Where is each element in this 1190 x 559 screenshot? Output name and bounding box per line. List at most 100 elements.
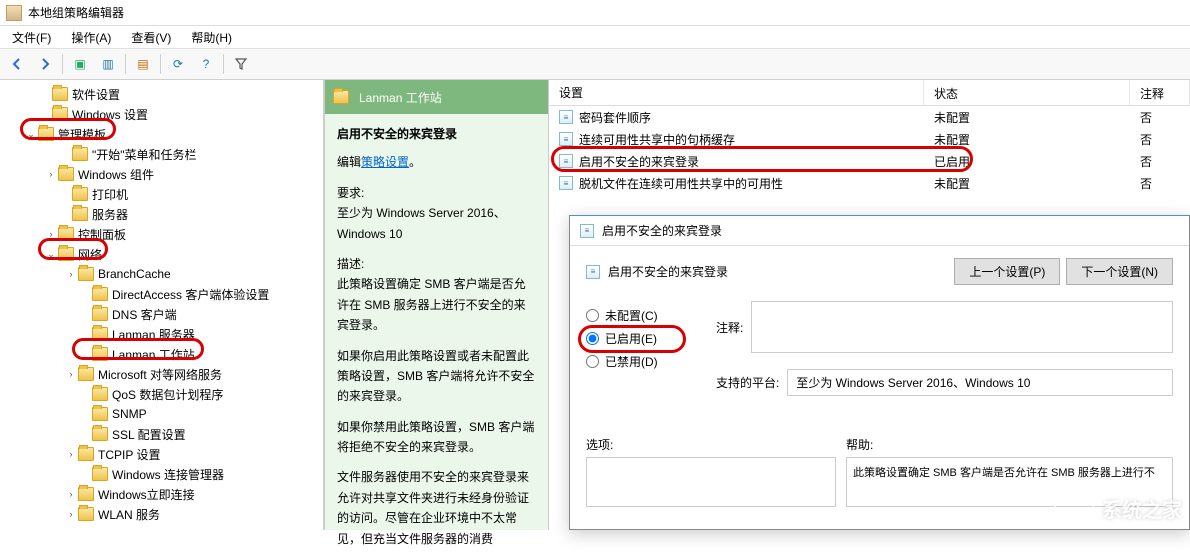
separator (223, 54, 224, 74)
separator (62, 54, 63, 74)
back-button[interactable] (6, 53, 28, 75)
separator (125, 54, 126, 74)
expander-icon[interactable]: ⌄ (44, 247, 58, 261)
tree-label: SSL 配置设置 (112, 426, 186, 443)
description-header-label: Lanman 工作站 (359, 89, 442, 106)
tree-item[interactable]: QoS 数据包计划程序 (0, 384, 323, 404)
policy-title: 启用不安全的来宾登录 (337, 124, 536, 144)
tree-label: BranchCache (98, 267, 171, 281)
desc-paragraph: 文件服务器使用不安全的来宾登录来允许对共享文件夹进行未经身份验证的访问。尽管在企… (337, 467, 536, 549)
tree-item[interactable]: Windows 设置 (0, 104, 323, 124)
expander-icon[interactable]: › (64, 267, 78, 281)
tree-item[interactable]: › BranchCache (0, 264, 323, 284)
col-note[interactable]: 注释 (1130, 80, 1190, 105)
tree-label: 服务器 (92, 206, 128, 223)
folder-icon (92, 387, 108, 401)
tree-item[interactable]: DNS 客户端 (0, 304, 323, 324)
note-textbox[interactable] (751, 301, 1173, 353)
expander-icon[interactable]: › (44, 227, 58, 241)
folder-icon (78, 267, 94, 281)
expander-icon[interactable]: ⌄ (24, 127, 38, 141)
expander-icon[interactable]: › (64, 447, 78, 461)
folder-icon (92, 327, 108, 341)
tree-item[interactable]: DirectAccess 客户端体验设置 (0, 284, 323, 304)
tree-label: Lanman 工作站 (112, 346, 195, 363)
menu-view[interactable]: 查看(V) (123, 27, 179, 48)
radio-enabled[interactable]: 已启用(E) (586, 330, 706, 347)
show-hide-button[interactable]: ▥ (97, 53, 119, 75)
tree-item[interactable]: 打印机 (0, 184, 323, 204)
expander-icon (78, 467, 92, 481)
tree-label: Windows 连接管理器 (112, 466, 224, 483)
description-panel: Lanman 工作站 启用不安全的来宾登录 编辑策略设置。 要求: 至少为 Wi… (325, 80, 549, 530)
description-header: Lanman 工作站 (325, 80, 548, 114)
tree-item[interactable]: ›控制面板 (0, 224, 323, 244)
folder-icon (92, 427, 108, 441)
tree-label: "开始"菜单和任务栏 (92, 146, 197, 163)
folder-icon (333, 90, 349, 104)
folder-icon (38, 127, 54, 141)
setting-icon: ≡ (580, 224, 594, 238)
folder-icon (78, 447, 94, 461)
folder-icon (92, 467, 108, 481)
tree-label: QoS 数据包计划程序 (112, 386, 223, 403)
filter-button[interactable] (230, 53, 252, 75)
radio-disabled[interactable]: 已禁用(D) (586, 353, 706, 370)
expander-icon[interactable]: › (64, 487, 78, 501)
tree-item[interactable]: SNMP (0, 404, 323, 424)
forward-button[interactable] (34, 53, 56, 75)
list-row-selected[interactable]: ≡启用不安全的来宾登录已启用否 (549, 150, 1190, 172)
options-label: 选项: (586, 436, 836, 453)
tree-item-admin-templates[interactable]: ⌄管理模板 (0, 124, 323, 144)
expander-icon (78, 307, 92, 321)
tree-item-network[interactable]: ⌄网络 (0, 244, 323, 264)
folder-icon (78, 487, 94, 501)
tree-label: DirectAccess 客户端体验设置 (112, 286, 269, 303)
list-row[interactable]: ≡脱机文件在连续可用性共享中的可用性未配置否 (549, 172, 1190, 194)
list-row[interactable]: ≡密码套件顺序未配置否 (549, 106, 1190, 128)
tree-item[interactable]: 软件设置 (0, 84, 323, 104)
expander-icon[interactable]: › (64, 367, 78, 381)
tree-item[interactable]: SSL 配置设置 (0, 424, 323, 444)
next-setting-button[interactable]: 下一个设置(N) (1066, 258, 1173, 285)
tree-item[interactable]: "开始"菜单和任务栏 (0, 144, 323, 164)
menu-help[interactable]: 帮助(H) (183, 27, 240, 48)
up-button[interactable]: ▣ (69, 53, 91, 75)
setting-icon: ≡ (559, 154, 573, 168)
dialog-titlebar[interactable]: ≡ 启用不安全的来宾登录 (570, 216, 1189, 246)
expander-icon[interactable]: › (64, 507, 78, 521)
menu-file[interactable]: 文件(F) (4, 27, 59, 48)
options-box (586, 457, 836, 507)
menu-action[interactable]: 操作(A) (63, 27, 119, 48)
list-row[interactable]: ≡连续可用性共享中的句柄缓存未配置否 (549, 128, 1190, 150)
export-button[interactable]: ▤ (132, 53, 154, 75)
col-status[interactable]: 状态 (924, 80, 1130, 105)
window-title: 本地组策略编辑器 (28, 4, 124, 21)
tree-item[interactable]: ›TCPIP 设置 (0, 444, 323, 464)
tree-label: WLAN 服务 (98, 506, 160, 523)
tree-item[interactable]: 服务器 (0, 204, 323, 224)
row-setting: 连续可用性共享中的句柄缓存 (579, 131, 735, 148)
tree-item[interactable]: ›Windows立即连接 (0, 484, 323, 504)
tree-item[interactable]: ›Microsoft 对等网络服务 (0, 364, 323, 384)
row-status: 未配置 (924, 109, 1130, 126)
tree-panel[interactable]: 软件设置 Windows 设置 ⌄管理模板 "开始"菜单和任务栏 ›Window… (0, 80, 325, 530)
expander-icon (78, 387, 92, 401)
desc-paragraph: 此策略设置确定 SMB 客户端是否允许在 SMB 服务器上进行不安全的来宾登录。 (337, 274, 536, 335)
tree-item[interactable]: › WLAN 服务 (0, 504, 323, 524)
row-status: 未配置 (924, 131, 1130, 148)
radio-not-configured[interactable]: 未配置(C) (586, 307, 706, 324)
prev-setting-button[interactable]: 上一个设置(P) (954, 258, 1060, 285)
tree-item[interactable]: Lanman 服务器 (0, 324, 323, 344)
folder-icon (92, 287, 108, 301)
refresh-button[interactable]: ⟳ (167, 53, 189, 75)
tree-item-lanman-workstation[interactable]: Lanman 工作站 (0, 344, 323, 364)
tree-item[interactable]: ›Windows 组件 (0, 164, 323, 184)
tree-item[interactable]: Windows 连接管理器 (0, 464, 323, 484)
help-button[interactable]: ? (195, 53, 217, 75)
edit-label: 编辑 (337, 155, 361, 169)
edit-policy-link[interactable]: 策略设置 (361, 155, 409, 169)
folder-icon (52, 87, 68, 101)
col-setting[interactable]: 设置 (549, 80, 924, 105)
expander-icon[interactable]: › (44, 167, 58, 181)
